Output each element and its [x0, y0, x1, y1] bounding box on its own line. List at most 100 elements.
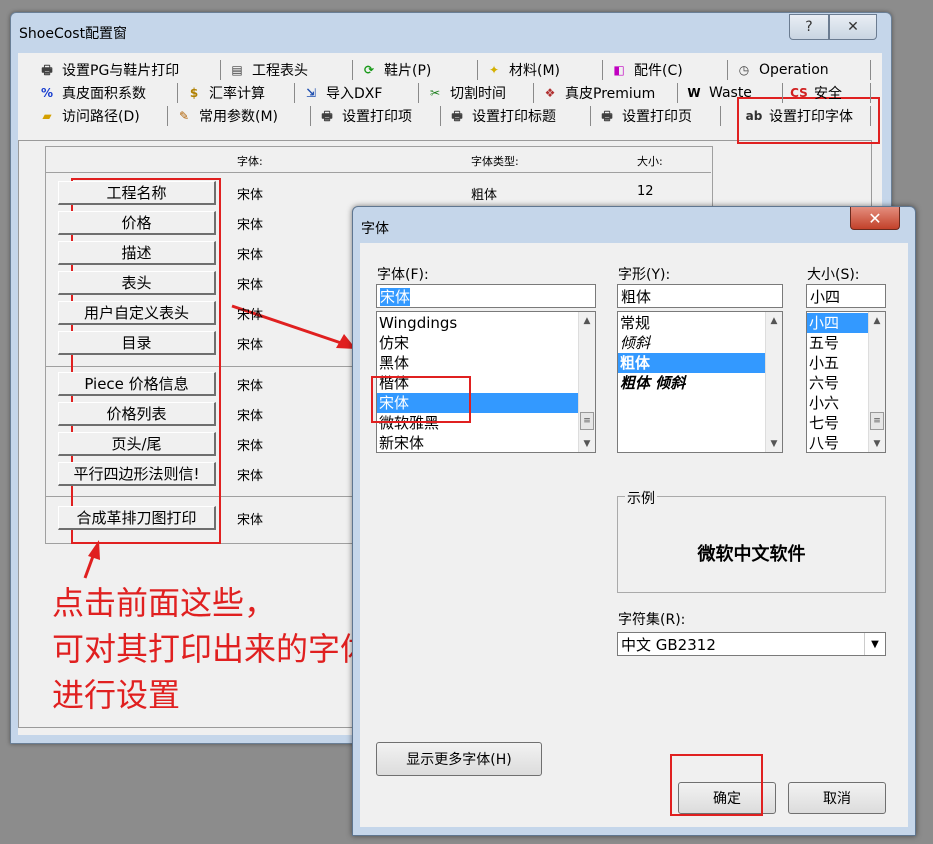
waste-icon: W — [687, 86, 701, 100]
scroll-down-icon[interactable]: ▼ — [869, 435, 885, 452]
font-target-button[interactable]: Piece 价格信息 — [58, 372, 216, 396]
size-label: 大小(S): — [807, 267, 860, 283]
font-target-button[interactable]: 表头 — [58, 271, 216, 295]
size-list-scrollbar[interactable]: ▲ ≡ ▼ — [868, 312, 885, 452]
tab-label: 切割时间 — [450, 86, 506, 102]
tab-tabs_row1-4[interactable]: ◧ 配件(C) — [602, 60, 728, 80]
row-font-value: 宋体 — [237, 379, 264, 394]
tab-tabs_row3-4[interactable]: 🖶 设置打印页 — [590, 106, 721, 126]
dialog-close-button[interactable]: ✕ — [850, 207, 900, 230]
tab-label: 真皮Premium — [565, 86, 656, 102]
tab-tabs_row1-1[interactable]: ▤ 工程表头 — [220, 60, 353, 80]
params-icon: ✎ — [178, 109, 190, 123]
list-item[interactable]: 粗体 倾斜 — [618, 373, 782, 393]
sample-text: 微软中文软件 — [697, 544, 806, 565]
tab-label: 设置打印字体 — [769, 109, 853, 125]
tab-tabs_row2-5[interactable]: W Waste — [677, 83, 783, 103]
font-target-button[interactable]: 用户自定义表头 — [58, 301, 216, 325]
row-font-value: 宋体 — [237, 188, 264, 203]
chevron-down-icon[interactable]: ▼ — [864, 633, 885, 655]
font-target-button[interactable]: 合成革排刀图打印 — [58, 506, 216, 530]
scroll-thumb[interactable]: ≡ — [580, 412, 594, 430]
tab-tabs_row2-6[interactable]: CS 安全 — [782, 83, 871, 103]
tab-label: 安全 — [814, 86, 842, 102]
scroll-down-icon[interactable]: ▼ — [579, 435, 595, 452]
row-font-value: 宋体 — [237, 338, 264, 353]
dialog-title: 字体 — [361, 221, 389, 237]
list-item[interactable]: 黑体 — [377, 353, 595, 373]
tab-tabs_row2-1[interactable]: $ 汇率计算 — [177, 83, 295, 103]
font-list-scrollbar[interactable]: ▲ ≡ ▼ — [578, 312, 595, 452]
font-label: 字体(F): — [377, 267, 429, 283]
style-list-scrollbar[interactable]: ▲ ▼ — [765, 312, 782, 452]
font-size-input[interactable]: 小四 — [806, 284, 886, 308]
tab-label: Waste — [709, 85, 752, 101]
list-item[interactable]: 常规 — [618, 313, 782, 333]
tab-tabs_row3-3[interactable]: 🖶 设置打印标题 — [440, 106, 591, 126]
font-target-button[interactable]: 平行四边形法则信! — [58, 462, 216, 486]
tab-tabs_row2-4[interactable]: ❖ 真皮Premium — [533, 83, 678, 103]
tab-tabs_row3-5[interactable]: ab 设置打印字体 — [737, 106, 871, 126]
tab-tabs_row3-0[interactable]: ▰ 访问路径(D) — [30, 106, 168, 126]
font-style-list[interactable]: 常规 倾斜 粗体 粗体 倾斜 ▲ ▼ — [617, 311, 783, 453]
tab-tabs_row2-3[interactable]: ✂ 切割时间 — [418, 83, 534, 103]
style-label: 字形(Y): — [618, 267, 671, 283]
tab-tabs_row3-2[interactable]: 🖶 设置打印项 — [310, 106, 441, 126]
list-item[interactable]: 仿宋 — [377, 333, 595, 353]
tab-label: 鞋片(P) — [384, 63, 432, 79]
font-icon: ab — [745, 109, 763, 123]
percent-icon: % — [40, 86, 54, 100]
clock-icon: ◷ — [738, 63, 750, 77]
row-font-value: 宋体 — [237, 218, 264, 233]
annotation-text: 点击前面这些， 可对其打印出来的字体 进行设置 — [52, 580, 372, 718]
row-font-value: 宋体 — [237, 513, 264, 528]
table-icon: ▤ — [231, 63, 243, 77]
row-font-value: 宋体 — [237, 469, 264, 484]
list-item[interactable]: 新宋体 — [377, 433, 595, 452]
tab-label: 配件(C) — [634, 63, 683, 79]
scroll-up-icon[interactable]: ▲ — [869, 312, 885, 329]
font-target-button[interactable]: 描述 — [58, 241, 216, 265]
row-font-value: 宋体 — [237, 439, 264, 454]
scroll-down-icon[interactable]: ▼ — [766, 435, 782, 452]
font-target-button[interactable]: 工程名称 — [58, 181, 216, 205]
tab-label: 设置打印项 — [342, 109, 412, 125]
accessory-icon: ◧ — [613, 63, 625, 77]
annotation-line-3: 进行设置 — [52, 676, 181, 714]
row-size-value: 12 — [637, 184, 654, 199]
tab-tabs_row1-0[interactable]: 🖶 设置PG与鞋片打印 — [30, 60, 221, 80]
row-font-type-value: 粗体 — [471, 188, 498, 203]
folder-icon: ▰ — [42, 109, 52, 123]
tab-label: 访问路径(D) — [62, 109, 140, 125]
scroll-up-icon[interactable]: ▲ — [766, 312, 782, 329]
list-item[interactable]: Wingdings — [377, 313, 595, 333]
font-target-button[interactable]: 价格 — [58, 211, 216, 235]
scroll-thumb[interactable]: ≡ — [870, 412, 884, 430]
font-target-button[interactable]: 目录 — [58, 331, 216, 355]
tab-tabs_row3-1[interactable]: ✎ 常用参数(M) — [167, 106, 311, 126]
exchange-icon: $ — [189, 86, 199, 100]
font-target-button[interactable]: 价格列表 — [58, 402, 216, 426]
tab-tabs_row2-0[interactable]: % 真皮面积系数 — [30, 83, 178, 103]
sample-label: 示例 — [625, 488, 657, 508]
annotation-line-2: 可对其打印出来的字体 — [52, 630, 373, 668]
highlight-ok-box — [670, 754, 763, 816]
tab-label: 常用参数(M) — [199, 109, 279, 125]
cancel-button[interactable]: 取消 — [788, 782, 886, 814]
printer-icon: 🖶 — [321, 109, 333, 123]
scroll-up-icon[interactable]: ▲ — [579, 312, 595, 329]
list-item[interactable]: 倾斜 — [618, 333, 782, 353]
list-item[interactable]: 粗体 — [618, 353, 782, 373]
charset-select[interactable]: 中文 GB2312 ▼ — [617, 632, 886, 656]
tab-tabs_row1-2[interactable]: ⟳ 鞋片(P) — [352, 60, 478, 80]
font-name-input[interactable]: 宋体 — [376, 284, 596, 308]
tab-tabs_row1-5[interactable]: ◷ Operation — [727, 60, 871, 80]
charset-label: 字符集(R): — [618, 612, 686, 628]
tab-tabs_row2-2[interactable]: ⇲ 导入DXF — [294, 83, 419, 103]
font-size-list[interactable]: 小四 五号 小五 六号 小六 七号 八号 ▲ ≡ ▼ — [806, 311, 886, 453]
show-more-fonts-button[interactable]: 显示更多字体(H) — [376, 742, 542, 776]
tab-label: 设置打印页 — [622, 109, 692, 125]
font-target-button[interactable]: 页头/尾 — [58, 432, 216, 456]
tab-tabs_row1-3[interactable]: ✦ 材料(M) — [477, 60, 603, 80]
font-style-input[interactable]: 粗体 — [617, 284, 783, 308]
